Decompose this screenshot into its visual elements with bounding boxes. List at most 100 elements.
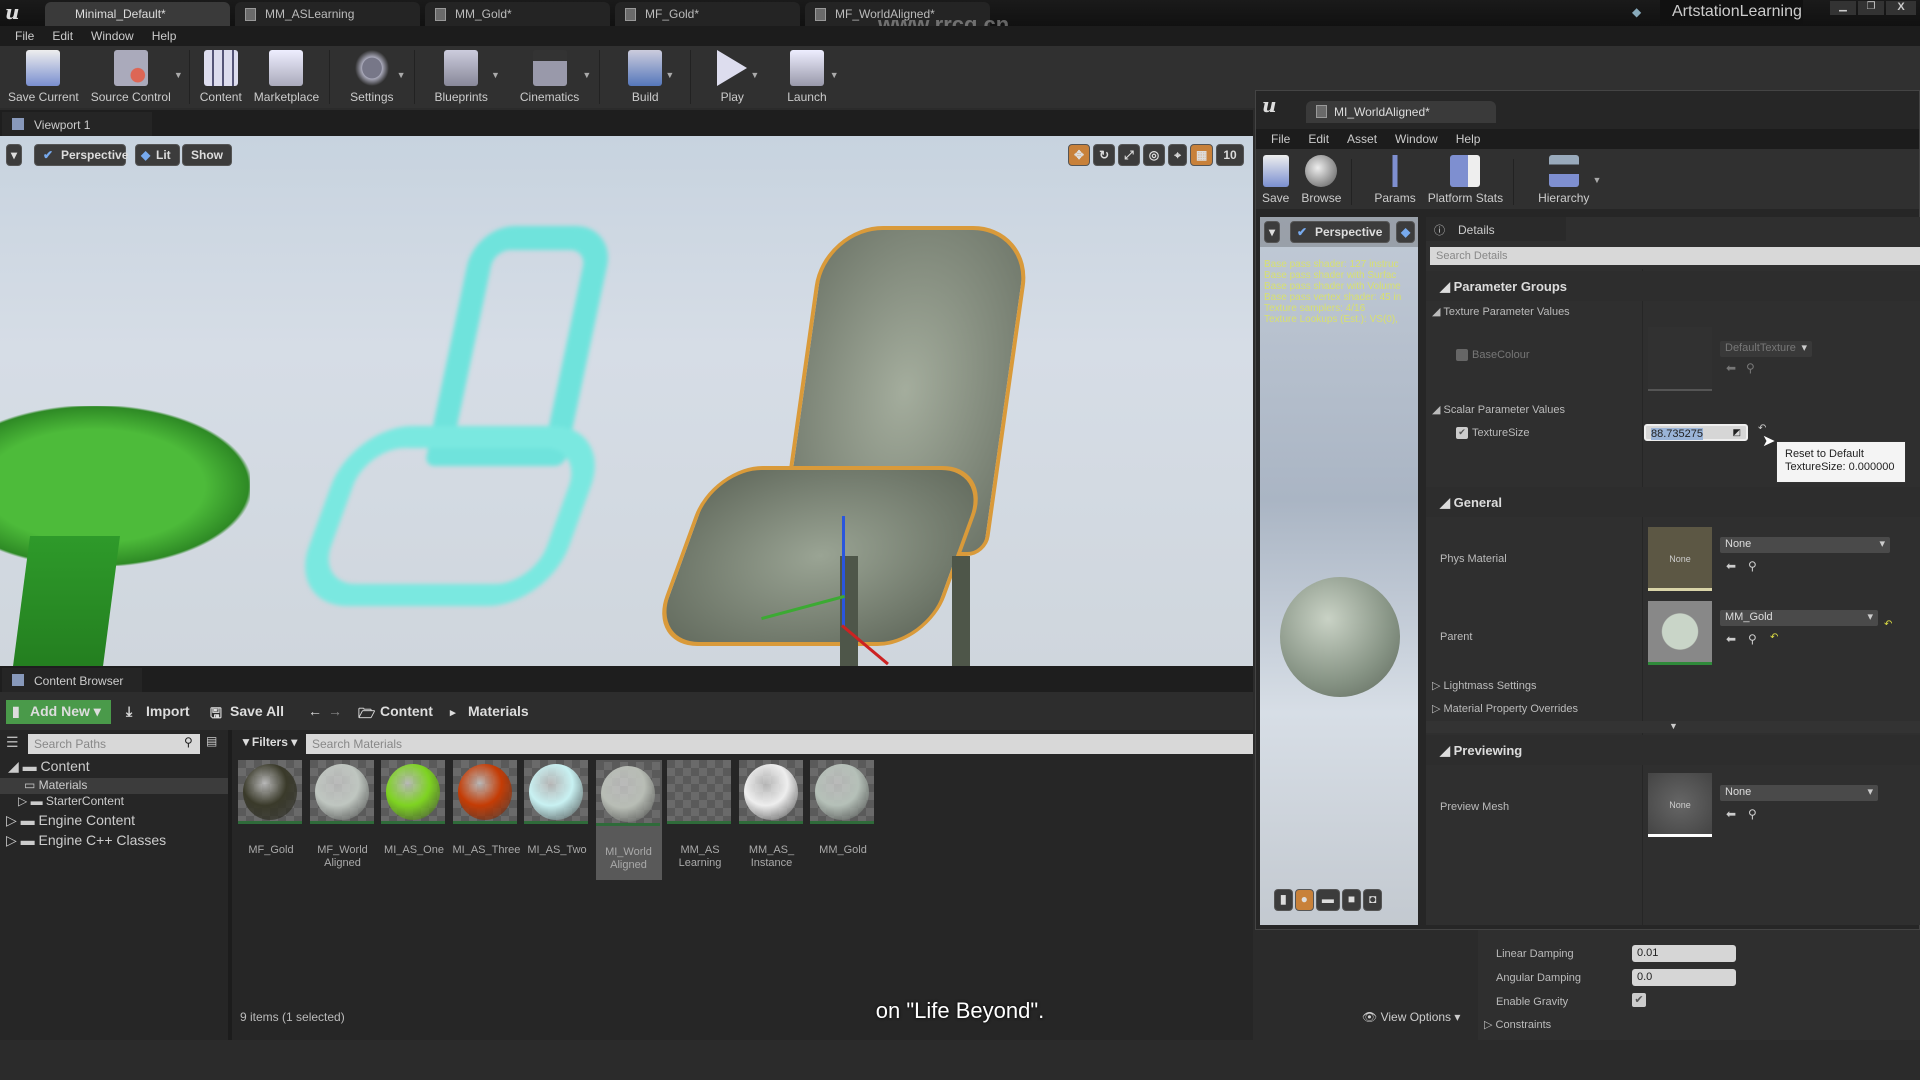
browse-magnifier-icon[interactable]: ⚲ — [1748, 632, 1757, 646]
browse-magnifier-icon[interactable]: ⚲ — [1748, 559, 1757, 573]
tree-item-engine-cpp-classes[interactable]: ▷ ▬ Engine C++ Classes — [0, 832, 228, 852]
viewport-options-button[interactable]: ▾ — [6, 144, 23, 166]
browse-button[interactable]: Browse — [1295, 155, 1347, 209]
advanced-expand-icon[interactable]: ▼ — [1426, 721, 1920, 733]
preview-mesh-thumbnail[interactable]: None — [1648, 773, 1712, 837]
filters-button[interactable]: ▼Filters ▾ — [240, 735, 297, 749]
breadcrumb-materials[interactable]: Materials — [462, 700, 535, 724]
translate-tool-icon[interactable]: ✥ — [1068, 144, 1091, 166]
preview-perspective-button[interactable]: ✔ Perspective — [1290, 221, 1390, 243]
texture-size-checkbox[interactable]: ✔ — [1456, 427, 1468, 439]
asset-tile[interactable]: MF_World Aligned — [309, 760, 376, 870]
scale-tool-icon[interactable]: ⤢ — [1118, 144, 1140, 166]
tab-mf-gold[interactable]: MF_Gold* — [615, 2, 800, 26]
asset-tile[interactable]: MM_AS_ Instance — [738, 760, 805, 870]
tab-minimal-default[interactable]: Minimal_Default* — [45, 2, 230, 26]
lit-button[interactable]: ◆ Lit — [135, 144, 180, 166]
use-selected-arrow-icon[interactable]: ⬅ — [1726, 632, 1736, 646]
browse-magnifier-icon[interactable]: ⚲ — [1748, 807, 1757, 821]
reset-parent-icon[interactable]: ↶ — [1884, 619, 1892, 630]
source-control-button[interactable]: Source Control ▼ — [85, 50, 183, 108]
parameter-groups-header[interactable]: ◢ Parameter Groups — [1426, 271, 1920, 301]
preview-view-mode-button[interactable]: ◆ — [1396, 221, 1416, 243]
texture-size-input[interactable]: 88.735275 ◩ — [1644, 424, 1748, 441]
minimize-button[interactable]: ▁ — [1830, 1, 1856, 15]
menu-help[interactable]: Help — [143, 29, 186, 43]
tab-mi-worldaligned[interactable]: MI_WorldAligned* — [1306, 101, 1496, 123]
settings-button[interactable]: Settings ▼ — [344, 50, 406, 108]
use-selected-arrow-icon[interactable]: ⬅ — [1726, 361, 1736, 375]
tree-item-content[interactable]: ◢ ▬ Content — [0, 758, 228, 778]
add-new-button[interactable]: ▮ Add New ▾ — [6, 700, 111, 724]
parent-thumbnail[interactable] — [1648, 601, 1712, 665]
tab-viewport-1[interactable]: Viewport 1 — [2, 112, 152, 136]
tab-details[interactable]: ⓘ Details — [1426, 217, 1566, 241]
previewing-header[interactable]: ◢ Previewing — [1426, 735, 1920, 765]
grid-snap-icon[interactable]: ▦ — [1189, 144, 1214, 166]
preview-mesh-combo[interactable]: None — [1720, 785, 1878, 801]
plane-mesh-icon[interactable]: ▬ — [1315, 889, 1340, 911]
params-button[interactable]: Params — [1368, 155, 1421, 209]
marketplace-button[interactable]: Marketplace — [248, 50, 325, 108]
launch-button[interactable]: Launch ▼ — [781, 50, 839, 108]
blueprints-button[interactable]: Blueprints ▼ — [429, 50, 500, 108]
preview-options-button[interactable]: ▾ — [1264, 221, 1281, 243]
use-selected-arrow-icon[interactable]: ⬅ — [1726, 807, 1736, 821]
view-list-icon[interactable]: ▤ — [206, 734, 217, 748]
menu-window[interactable]: Window — [82, 29, 143, 43]
texture-params-section[interactable]: ◢ Texture Parameter Values — [1426, 305, 1920, 318]
platform-stats-button[interactable]: Platform Stats — [1422, 155, 1509, 209]
gizmo-z-axis[interactable] — [842, 516, 845, 626]
phys-material-combo[interactable]: None — [1720, 537, 1890, 553]
parent-combo[interactable]: MM_Gold — [1720, 610, 1878, 626]
general-header[interactable]: ◢ General — [1426, 487, 1920, 517]
asset-tile[interactable]: MI_AS_Two — [524, 760, 590, 857]
tab-mm-aslearning[interactable]: MM_ASLearning — [235, 2, 420, 26]
default-texture-combo[interactable]: DefaultTexture — [1720, 341, 1812, 357]
surface-snap-icon[interactable]: ⌖ — [1168, 144, 1187, 166]
tab-content-browser[interactable]: Content Browser — [2, 668, 142, 692]
linear-damping-input[interactable]: 0.01 — [1632, 945, 1736, 962]
search-details-input[interactable]: Search Details — [1430, 247, 1920, 265]
menu-edit[interactable]: Edit — [1299, 132, 1338, 146]
asset-tile[interactable]: MI_AS_One — [381, 760, 447, 857]
close-button[interactable]: X — [1886, 1, 1916, 15]
menu-edit[interactable]: Edit — [43, 29, 82, 43]
forward-button[interactable]: → — [322, 700, 348, 724]
cylinder-mesh-icon[interactable]: ▮ — [1274, 889, 1293, 911]
tab-mm-gold[interactable]: MM_Gold* — [425, 2, 610, 26]
menu-help[interactable]: Help — [1447, 132, 1490, 146]
tree-item-materials[interactable]: ▭ Materials — [0, 778, 228, 794]
asset-tile[interactable]: MI_AS_Three — [452, 760, 520, 857]
perspective-button[interactable]: ✔ Perspective — [34, 144, 128, 166]
play-button[interactable]: Play ▼ — [711, 50, 759, 108]
tree-toggle-icon[interactable]: ☰ — [6, 734, 19, 751]
hierarchy-button[interactable]: Hierarchy ▼ — [1532, 155, 1601, 209]
default-texture-thumbnail[interactable] — [1648, 327, 1712, 391]
material-property-overrides-section[interactable]: ▷ Material Property Overrides — [1432, 702, 1578, 715]
build-button[interactable]: Build ▼ — [622, 50, 674, 108]
column-splitter[interactable] — [1642, 269, 1643, 925]
material-preview-viewport[interactable]: ▾ ✔ Perspective ◆ Base pass shader: 127 i… — [1260, 217, 1418, 925]
world-local-icon[interactable]: ◎ — [1142, 144, 1166, 166]
cinematics-button[interactable]: Cinematics ▼ — [514, 50, 591, 108]
reset-icon[interactable]: ↶ — [1770, 632, 1778, 643]
asset-tile[interactable]: MF_Gold — [238, 760, 304, 857]
save-all-button[interactable]: 🖫 Save All — [206, 700, 290, 724]
phys-material-thumbnail[interactable]: None — [1648, 527, 1712, 591]
angular-damping-input[interactable]: 0.0 — [1632, 969, 1736, 986]
grid-snap-value[interactable]: 10 — [1216, 144, 1244, 166]
menu-file[interactable]: File — [6, 29, 43, 43]
use-selected-arrow-icon[interactable]: ⬅ — [1726, 559, 1736, 573]
lightmass-settings-section[interactable]: ▷ Lightmass Settings — [1432, 679, 1536, 692]
tree-item-engine-content[interactable]: ▷ ▬ Engine Content — [0, 812, 228, 832]
breadcrumb-content[interactable]: 🗁 Content — [354, 700, 439, 724]
search-paths-input[interactable]: Search Paths — [28, 734, 200, 754]
sphere-mesh-icon[interactable]: ● — [1294, 889, 1314, 911]
scalar-params-section[interactable]: ◢ Scalar Parameter Values — [1426, 403, 1920, 416]
browse-magnifier-icon[interactable]: ⚲ — [1746, 361, 1755, 375]
menu-window[interactable]: Window — [1386, 132, 1447, 146]
save-button[interactable]: Save — [1256, 155, 1295, 209]
asset-tile[interactable]: MM_AS Learning — [667, 760, 733, 870]
custom-mesh-icon[interactable]: ◘ — [1363, 889, 1383, 911]
